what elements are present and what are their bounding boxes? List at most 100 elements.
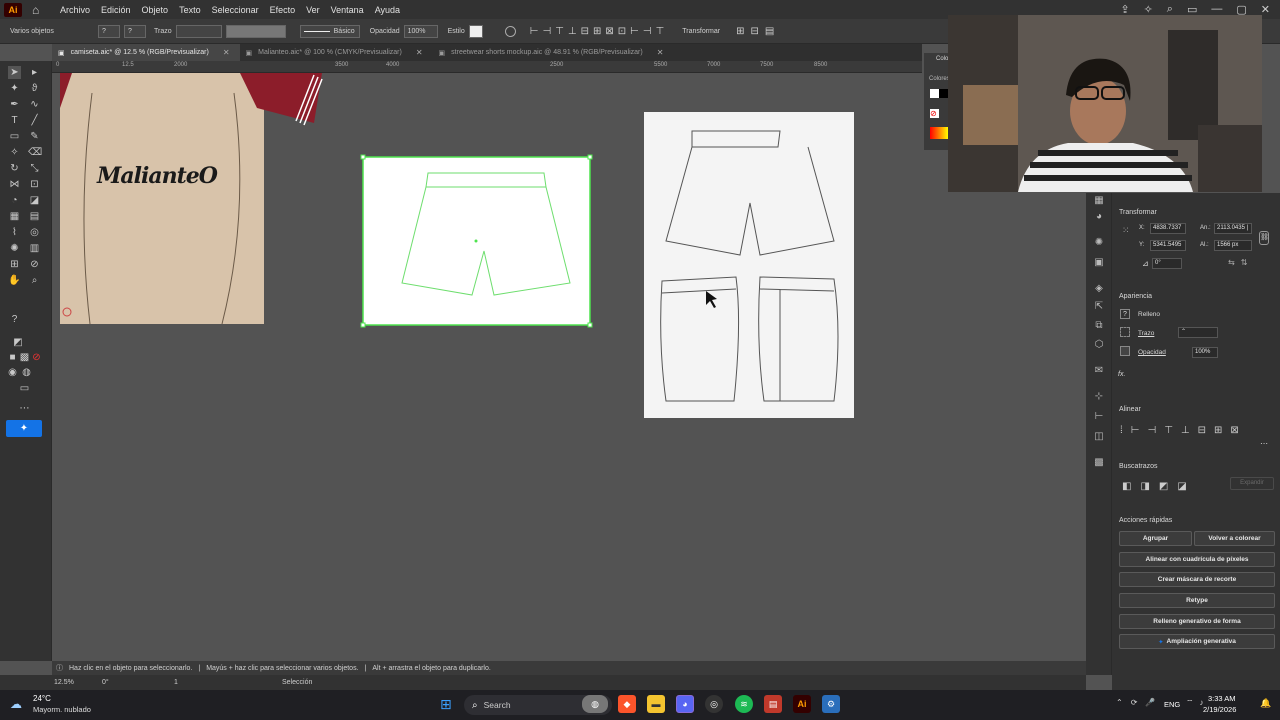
pen-tool-icon[interactable]: ✒ [8,98,21,111]
spotify-icon[interactable]: ≋ [735,695,753,713]
black-swatch[interactable] [939,89,948,98]
close-icon[interactable]: ✕ [1261,3,1270,16]
lasso-icon[interactable]: ϑ [28,82,41,95]
language-indicator[interactable]: ENG [1164,700,1180,709]
stroke-weight-field[interactable] [175,24,222,38]
symbol-sprayer-icon[interactable]: ✺ [8,242,21,255]
close-tab-icon[interactable]: ✕ [223,48,230,57]
more-tools-icon[interactable]: ⋯ [18,402,31,415]
menu-archivo[interactable]: Archivo [60,5,90,15]
fill-stroke-icon[interactable]: ◩ [8,336,28,349]
comments-icon[interactable]: ✉ [1093,365,1105,377]
constrain-proportions-icon[interactable]: ⛓ [1259,231,1269,245]
menu-objeto[interactable]: Objeto [142,5,169,15]
weather-temp[interactable]: 24°C [33,694,51,703]
tray-icons[interactable]: ⌃⟳🎤 [1116,698,1163,707]
illustrator-taskbar-icon[interactable]: Ai [793,695,811,713]
width-field[interactable]: 2113.0435 | [1214,223,1252,234]
y-field[interactable]: 5341.5495 [1150,240,1186,251]
none-swatch[interactable]: ⊘ [930,109,939,118]
close-tab-icon[interactable]: ✕ [416,48,423,57]
menu-edicion[interactable]: Edición [101,5,131,15]
type-tool-icon[interactable]: T [8,114,21,127]
zoom-tool-icon[interactable]: ⌕ [28,274,41,287]
opacity-label[interactable]: Opacidad [1138,349,1166,356]
direct-selection-tool-icon[interactable]: ▸ [28,66,41,79]
recolor-icon[interactable] [504,25,516,37]
menu-efecto[interactable]: Efecto [270,5,296,15]
selection-tool-icon[interactable]: ➤ [8,66,21,79]
slice-tool-icon[interactable]: ⊘ [28,258,41,271]
line-tool-icon[interactable]: ╱ [28,114,41,127]
menu-ver[interactable]: Ver [306,5,320,15]
rotate-tool-icon[interactable]: ↻ [8,162,21,175]
opacity-field[interactable]: 100% [403,24,438,38]
brushes-icon[interactable]: ◕ [1093,211,1105,223]
horizontal-ruler[interactable]: 0 12.5 2000 3500 4000 2500 5500 7000 750… [52,61,922,73]
artboard-tool-icon[interactable]: ⊞ [8,258,21,271]
opacity-field[interactable]: 100% [1192,347,1218,358]
scale-tool-icon[interactable]: ⤡ [28,162,41,175]
artboards-icon[interactable]: ⧉ [1093,320,1105,332]
stroke-label[interactable]: Trazo [1138,330,1154,337]
layers-icon[interactable]: ◈ [1093,283,1105,295]
retype-button[interactable]: Retype [1119,593,1275,608]
pathfinder-icon[interactable]: ◫ [1093,431,1105,443]
magic-wand-icon[interactable]: ✦ [8,82,21,95]
file-explorer-icon[interactable]: ▬ [647,695,665,713]
width-tool-icon[interactable]: ⋈ [8,178,21,191]
weather-desc[interactable]: Mayorm. nublado [33,705,91,714]
transform-icon[interactable]: ⊹ [1093,391,1105,403]
shape-builder-icon[interactable]: ◔ [8,194,21,207]
screen-mode-icon[interactable]: ▭ [18,382,31,395]
eraser-icon[interactable]: ⌫ [28,146,42,159]
transform-label[interactable]: Transformar [682,28,720,35]
blend-tool-icon[interactable]: ◎ [28,226,41,239]
perspective-grid-icon[interactable]: ▦ [8,210,21,223]
contextual-taskbar-icon[interactable]: ✦ [6,420,42,437]
fill-swatch[interactable]: ? [1120,309,1130,319]
settings-icon[interactable]: ⚙ [822,695,840,713]
color-guide-icon[interactable]: ▦ [1093,195,1105,207]
pathfinder-buttons[interactable]: ◧◨◩◪ [1122,481,1196,492]
recolor-button[interactable]: Volver a colorear [1194,531,1275,546]
libraries-icon[interactable]: ▣ [1093,257,1105,269]
spectrum-swatch[interactable] [930,127,948,139]
gradient-tool-icon[interactable]: ▤ [28,210,41,223]
paintbrush-icon[interactable]: ✎ [28,130,41,143]
flip-icons[interactable]: ⇆⇅ [1228,258,1253,267]
angle-field[interactable]: 0° [1152,258,1182,269]
tab-malianteo[interactable]: ▣ Malianteo.aic* @ 100 % (CMYK/Previsual… [240,44,433,61]
tab-camiseta[interactable]: ▣ camiseta.aic* @ 12.5 % (RGB/Previsuali… [52,44,240,61]
shaper-tool-icon[interactable]: ✧ [8,146,21,159]
home-icon[interactable]: ⌂ [32,3,46,17]
menu-seleccionar[interactable]: Seleccionar [212,5,259,15]
generative-expand-button[interactable]: ✦ Ampliación generativa [1119,634,1275,649]
tab-streetwear[interactable]: ▣ streetwear shorts mockup.aic @ 48.91 %… [433,44,674,61]
menu-ayuda[interactable]: Ayuda [375,5,400,15]
arrange-icons[interactable]: ⊞⊟▤ [736,26,780,37]
curvature-tool-icon[interactable]: ∿ [28,98,41,111]
close-tab-icon[interactable]: ✕ [657,48,664,57]
align-icons[interactable]: ⊢⊣⊤⊥⊟⊞⊠⊡⊢⊣⊤ [530,26,669,37]
variable-width-field[interactable] [225,24,286,38]
column-graph-icon[interactable]: ▥ [28,242,41,255]
free-transform-icon[interactable]: ⊡ [28,178,41,191]
height-field[interactable]: 1566 px [1214,240,1252,251]
zoom-field[interactable]: 12.5% [54,679,94,686]
effects-label[interactable]: fx. [1118,371,1125,378]
hand-tool-icon[interactable]: ✋ [8,274,21,287]
clock-date[interactable]: 2/19/2026 [1203,705,1236,714]
export-icon[interactable]: ⇱ [1093,301,1105,313]
obs-icon[interactable]: ◎ [705,695,723,713]
notifications-icon[interactable]: 🔔 [1260,698,1271,709]
discord-icon[interactable]: ◕ [676,695,694,713]
rectangle-tool-icon[interactable]: ▭ [8,130,21,143]
x-field[interactable]: 4838.7337 [1150,223,1186,234]
streaming-app-icon[interactable]: ▤ [764,695,782,713]
reference-point-icon[interactable]: ⁙ [1122,225,1130,236]
stroke-swatch[interactable]: ? [124,24,146,38]
stroke-weight-field[interactable]: ⌃ [1178,327,1218,338]
eyedropper-icon[interactable]: ⌇ [8,226,21,239]
clipping-mask-button[interactable]: Crear máscara de recorte [1119,572,1275,587]
